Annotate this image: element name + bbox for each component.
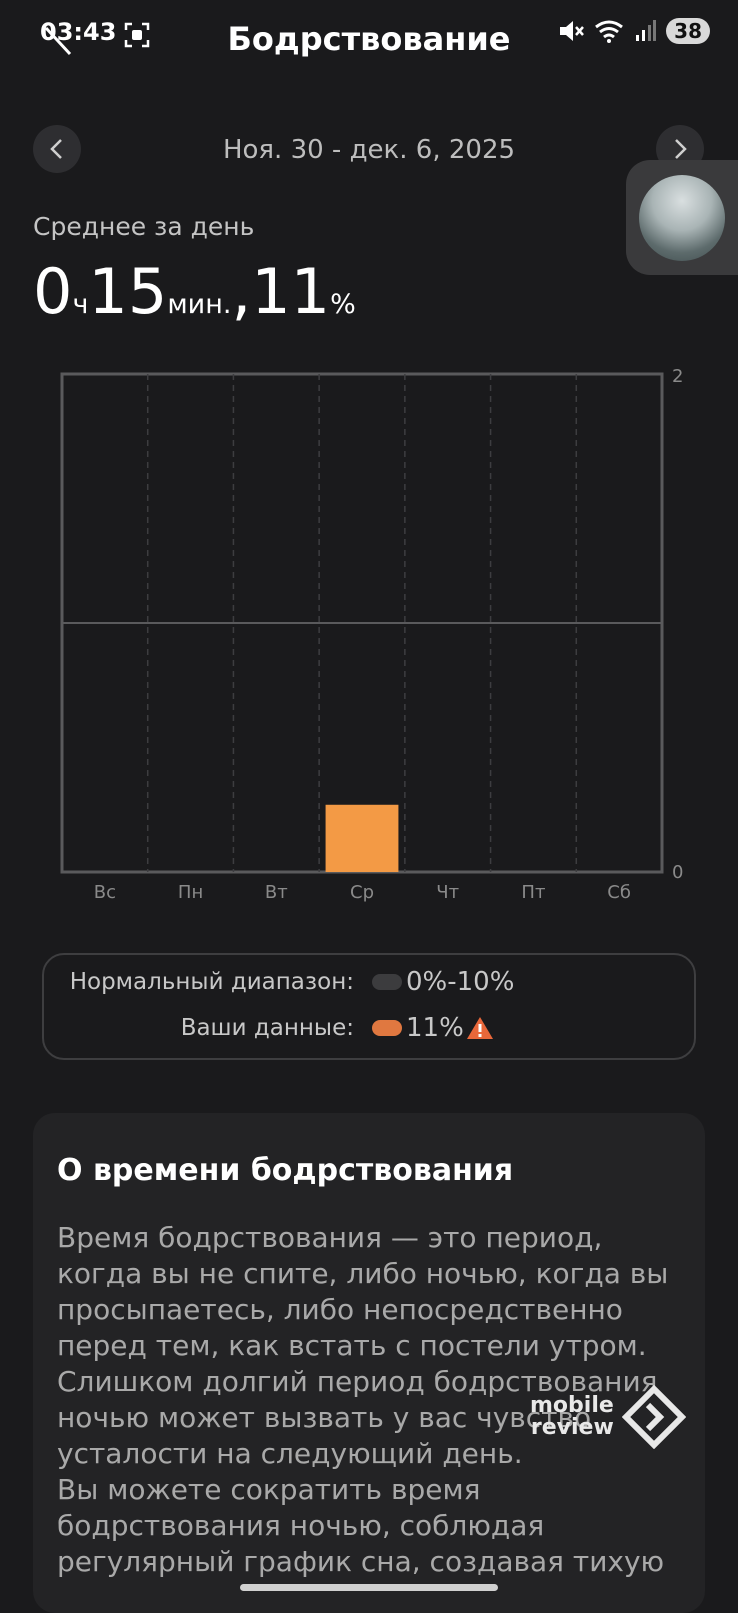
bar-3 bbox=[325, 804, 399, 872]
average-percent: 11 bbox=[251, 255, 331, 328]
status-icons: 38 bbox=[558, 18, 710, 44]
date-range: Ноя. 30 - дек. 6, 2025 bbox=[222, 135, 516, 165]
watermark-logo-icon bbox=[621, 1385, 686, 1449]
watermark-text: mobile review bbox=[530, 1395, 614, 1439]
wifi-icon bbox=[595, 20, 624, 43]
x-tick-label: Сб bbox=[607, 882, 631, 903]
hours-unit: ч bbox=[72, 289, 89, 320]
legend-yours-value: 11% bbox=[406, 1013, 464, 1043]
legend-yours-row: Ваши данные: 11% bbox=[44, 1013, 494, 1043]
legend-normal-row: Нормальный диапазон: 0%-10% bbox=[44, 967, 515, 997]
percent-unit: % bbox=[330, 289, 356, 320]
average-value: 0 ч 15 мин. , 11 % bbox=[33, 255, 356, 328]
avatar[interactable] bbox=[639, 175, 725, 261]
legend-normal-swatch bbox=[372, 974, 402, 990]
battery-badge: 38 bbox=[666, 18, 710, 44]
awake-time-chart: Вс Пн Вт Ср Чт Пт Сб 2 0 bbox=[60, 366, 683, 903]
x-tick-label: Вт bbox=[265, 882, 288, 903]
info-card-title: О времени бодрствования bbox=[57, 1153, 514, 1188]
y-tick-max: 2 bbox=[672, 366, 683, 387]
average-minutes: 15 bbox=[88, 255, 168, 328]
watermark-line2: review bbox=[530, 1415, 614, 1440]
x-tick-label: Ср bbox=[350, 882, 374, 903]
value-separator: , bbox=[231, 255, 252, 328]
warning-icon bbox=[466, 1017, 493, 1039]
legend-normal-value: 0%-10% bbox=[406, 967, 515, 997]
signal-icon bbox=[636, 20, 657, 41]
x-tick-label: Пт bbox=[521, 882, 545, 903]
x-tick-label: Вс bbox=[94, 882, 116, 903]
legend-box: Нормальный диапазон: 0%-10% Ваши данные:… bbox=[42, 953, 696, 1060]
watermark: mobile review bbox=[530, 1385, 686, 1449]
home-indicator[interactable] bbox=[240, 1584, 498, 1591]
legend-yours-label: Ваши данные: bbox=[180, 1015, 354, 1041]
x-tick-label: Чт bbox=[436, 882, 459, 903]
mute-icon bbox=[560, 21, 585, 41]
minutes-unit: мин. bbox=[167, 289, 232, 320]
watermark-line1: mobile bbox=[530, 1393, 614, 1418]
average-label: Среднее за день bbox=[33, 212, 255, 241]
legend-yours-swatch bbox=[372, 1020, 402, 1036]
chevron-right-icon bbox=[675, 139, 687, 159]
y-tick-min: 0 bbox=[672, 862, 683, 883]
average-hours: 0 bbox=[33, 255, 73, 328]
x-tick-label: Пн bbox=[178, 882, 203, 903]
legend-normal-label: Нормальный диапазон: bbox=[69, 969, 354, 995]
